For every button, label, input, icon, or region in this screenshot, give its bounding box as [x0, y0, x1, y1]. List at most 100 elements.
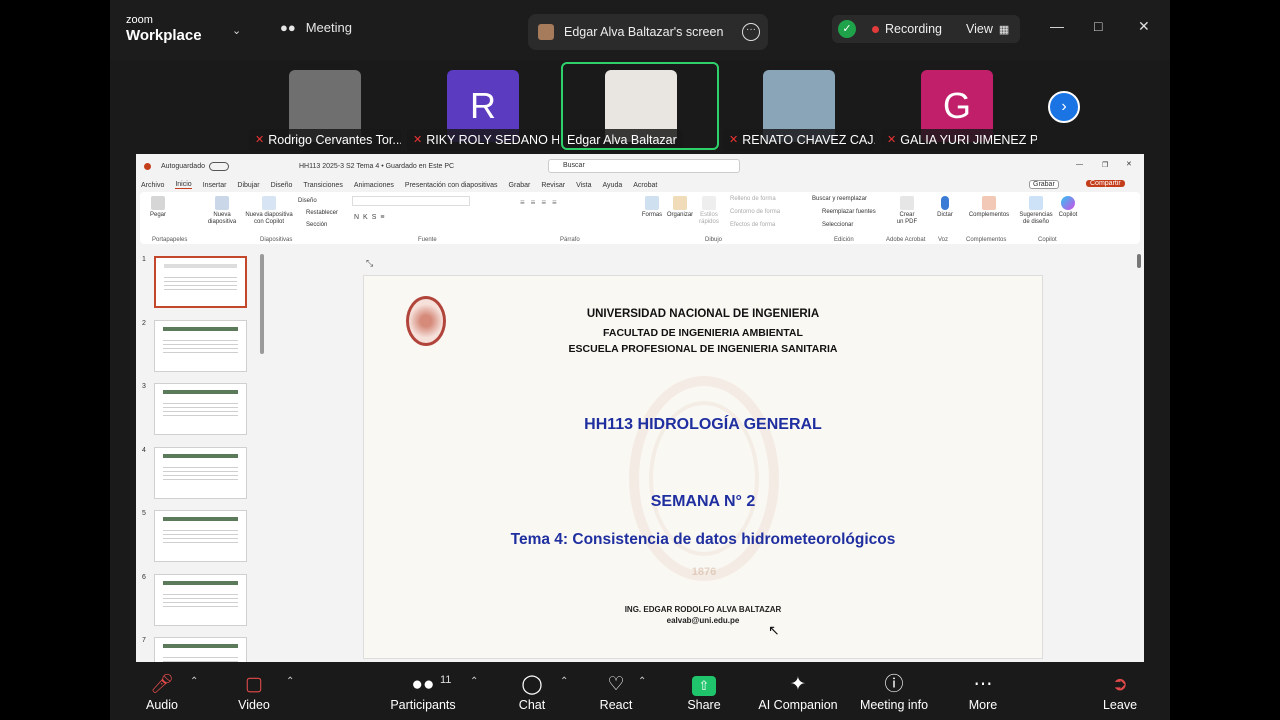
ribbon-group-label: Complementos — [966, 237, 1007, 243]
slide-number: 5 — [142, 510, 146, 517]
ribbon-tab[interactable]: Transiciones — [303, 182, 342, 189]
slide-thumbnail-4[interactable] — [154, 446, 247, 499]
designer-button[interactable]: Sugerencias de diseño — [1018, 196, 1054, 225]
select-button[interactable]: Seleccionar — [822, 222, 853, 229]
expand-icon[interactable]: ⤡ — [366, 258, 373, 269]
video-button[interactable]: ▢ Video — [234, 672, 274, 712]
shield-icon[interactable]: ✓ — [838, 20, 856, 38]
ribbon-group-label: Portapapeles — [152, 237, 188, 243]
ribbon-tab[interactable]: Acrobat — [633, 182, 657, 189]
slide-thumbnail-6[interactable] — [154, 573, 247, 626]
quick-styles-button[interactable]: Estilos rápidos — [696, 196, 722, 225]
maximize-icon[interactable]: □ — [1094, 18, 1102, 34]
restore-icon[interactable]: ❐ — [1102, 161, 1108, 169]
zoom-window: zoom Workplace ⌄ ●● Meeting Edgar Alva Bal… — [110, 0, 1170, 720]
font-select[interactable] — [352, 196, 470, 206]
ribbon-tab[interactable]: Archivo — [141, 182, 164, 189]
ribbon-tab[interactable]: Presentación con diapositivas — [405, 182, 498, 189]
meeting-toolbar: 🎤︎ Audio ⌃ ▢ Video ⌃ ●● Participants 11 ⌃ ◯… — [110, 662, 1170, 720]
copilot-button[interactable]: Copilot — [1056, 196, 1080, 219]
new-slide-button[interactable]: Nueva diapositiva — [202, 196, 242, 225]
autosave-label: Autoguardado — [161, 162, 205, 170]
next-page-icon[interactable]: › — [1048, 91, 1080, 123]
shape-outline-button[interactable]: Contorno de forma — [730, 209, 780, 216]
ribbon-tab[interactable]: Diseño — [271, 182, 293, 189]
shared-screen-tab[interactable]: Edgar Alva Baltazar's screen ··· — [528, 14, 768, 50]
university-name: UNIVERSIDAD NACIONAL DE INGENIERIA — [586, 308, 820, 320]
create-pdf-button[interactable]: Crear un PDF — [896, 196, 918, 225]
paragraph-buttons[interactable]: ≡≡≡≡ — [520, 198, 563, 207]
react-options-icon[interactable]: ⌃ — [638, 676, 646, 687]
reset-button[interactable]: Restablecer — [306, 210, 338, 217]
ribbon-tab[interactable]: Ayuda — [603, 182, 623, 189]
meeting-label[interactable]: ●● Meeting — [280, 20, 352, 35]
heart-icon: ♡ — [607, 674, 625, 695]
minimize-icon[interactable]: — — [1076, 161, 1083, 168]
slide-thumbnail-2[interactable] — [154, 319, 247, 372]
mic-muted-icon: ✕ — [413, 134, 423, 146]
meeting-info-button[interactable]: ⓘ Meeting info — [856, 672, 932, 712]
search-input[interactable]: Buscar — [548, 159, 740, 173]
video-off-icon: ▢ — [245, 674, 263, 695]
minimize-icon[interactable]: — — [1050, 18, 1064, 34]
video-options-icon[interactable]: ⌃ — [286, 676, 294, 687]
slide-thumbnail-1[interactable] — [154, 256, 247, 308]
slide-scrollbar[interactable] — [1137, 254, 1141, 268]
copilot-slide-button[interactable]: Nueva diapositiva con Copilot — [244, 196, 294, 225]
chat-icon: ◯ — [521, 674, 543, 695]
section-button[interactable]: Sección — [306, 222, 327, 229]
close-icon[interactable]: ✕ — [1138, 18, 1150, 35]
slide-thumbnail-5[interactable] — [154, 510, 247, 562]
font-format-buttons[interactable]: NKS≡ — [354, 214, 388, 221]
info-icon: ⓘ — [884, 674, 904, 695]
ribbon-tab[interactable]: Revisar — [541, 182, 565, 189]
audio-options-icon[interactable]: ⌃ — [190, 676, 198, 687]
close-icon[interactable]: ✕ — [1126, 160, 1132, 168]
avatar — [538, 24, 554, 40]
shape-fill-button[interactable]: Relleno de forma — [730, 196, 776, 203]
slide-thumbnail-3[interactable] — [154, 383, 247, 435]
replace-fonts-button[interactable]: Reemplazar fuentes — [822, 209, 876, 216]
slide-thumbnail-7[interactable] — [154, 637, 247, 662]
paste-button[interactable]: Pegar — [148, 196, 168, 219]
more-icon[interactable]: ··· — [742, 23, 760, 41]
mic-muted-icon: ✕ — [255, 134, 265, 146]
ribbon-group-label: Edición — [834, 237, 854, 243]
ribbon-tab[interactable]: Insertar — [203, 182, 227, 189]
more-button[interactable]: ⋯ More — [966, 672, 1000, 712]
participants-options-icon[interactable]: ⌃ — [470, 676, 478, 687]
ribbon-tab[interactable]: Inicio — [175, 181, 192, 189]
ribbon-tab[interactable]: Grabar — [509, 182, 531, 189]
find-replace-button[interactable]: Buscar y reemplazar — [812, 196, 867, 203]
chat-button[interactable]: ◯ Chat — [516, 672, 548, 712]
participant-name: GALIA YURI JIMENEZ P... — [900, 133, 1037, 147]
participant-name-bar: ✕ RIKY ROLY SEDANO H... — [407, 129, 559, 151]
ribbon-tab[interactable]: Dibujar — [237, 182, 259, 189]
audio-button[interactable]: 🎤︎ Audio — [142, 672, 182, 712]
leave-button[interactable]: ➲ Leave — [1102, 672, 1138, 712]
autosave-toggle[interactable] — [208, 161, 229, 171]
recording-label[interactable]: Recording — [885, 22, 942, 36]
layout-button[interactable]: Diseño — [298, 198, 317, 205]
share-ppt-button[interactable]: Compartir — [1086, 180, 1125, 187]
dictate-button[interactable]: Dictar — [934, 196, 956, 219]
leave-icon: ➲ — [1112, 674, 1128, 695]
shared-screen: Autoguardado HH113 2025-3 S2 Tema 4 • Gu… — [136, 154, 1144, 662]
ai-companion-button[interactable]: ✦ AI Companion — [758, 672, 838, 712]
record-button[interactable]: Grabar — [1029, 180, 1059, 189]
share-button[interactable]: ⇧ Share — [686, 672, 722, 712]
addins-button[interactable]: Complementos — [964, 196, 1014, 219]
top-bar: zoom Workplace ⌄ ●● Meeting Edgar Alva Bal… — [110, 0, 1170, 60]
chevron-down-icon[interactable]: ⌄ — [232, 24, 241, 37]
view-button[interactable]: View — [966, 22, 993, 36]
arrange-button[interactable]: Organizar — [666, 196, 694, 219]
react-button[interactable]: ♡ React — [598, 672, 634, 712]
ribbon-tab[interactable]: Vista — [576, 182, 591, 189]
thumbnail-scrollbar[interactable] — [260, 254, 264, 354]
topic-title: Tema 4: Consistencia de datos hidrometeo… — [510, 531, 896, 548]
chat-options-icon[interactable]: ⌃ — [560, 676, 568, 687]
ribbon-tab[interactable]: Animaciones — [354, 182, 394, 189]
shapes-button[interactable]: Formas — [640, 196, 664, 219]
participant-name: RIKY ROLY SEDANO H... — [426, 133, 559, 147]
shape-effects-button[interactable]: Efectos de forma — [730, 222, 775, 229]
